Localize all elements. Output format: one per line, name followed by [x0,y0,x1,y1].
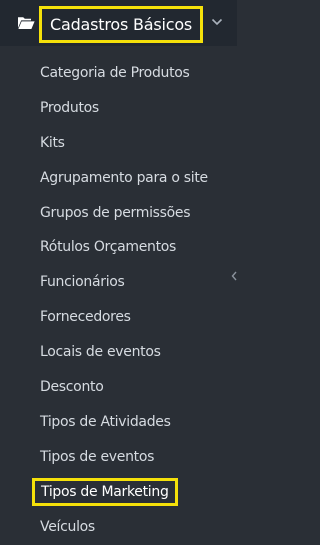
section-title: Cadastros Básicos [39,6,204,43]
menu-item-fornecedores[interactable]: Fornecedores [0,300,237,335]
menu-item-label: Veículos [40,518,95,535]
menu-item-label: Tipos de Marketing [32,477,178,506]
menu-item-veiculos[interactable]: Veículos [0,510,237,545]
folder-open-icon [18,17,35,29]
menu-item-label: Fornecedores [40,309,131,326]
menu-item-rotulos-orcamentos[interactable]: Rótulos Orçamentos [0,230,237,265]
menu-item-label: Funcionários [40,274,125,291]
menu-item-grupos-de-permissoes[interactable]: Grupos de permissões [0,196,237,231]
menu-item-label: Desconto [40,379,104,396]
menu-item-label: Kits [40,134,65,151]
collapse-arrow-icon[interactable] [231,271,237,281]
sidebar: Cadastros Básicos Categoria de Produtos … [0,0,237,545]
menu-item-label: Grupos de permissões [40,204,191,221]
menu-item-categoria-de-produtos[interactable]: Categoria de Produtos [0,56,237,91]
menu-item-locais-de-eventos[interactable]: Locais de eventos [0,335,237,370]
menu-item-funcionarios[interactable]: Funcionários [0,265,237,300]
menu-item-label: Produtos [40,99,99,116]
menu-item-tipos-de-marketing[interactable]: Tipos de Marketing [0,475,237,510]
submenu-list: Categoria de Produtos Produtos Kits Agru… [0,56,237,544]
section-header-cadastros-basicos[interactable]: Cadastros Básicos [0,0,237,46]
menu-item-label: Rótulos Orçamentos [40,239,177,256]
menu-item-tipos-de-eventos[interactable]: Tipos de eventos [0,440,237,475]
menu-item-produtos[interactable]: Produtos [0,91,237,126]
menu-item-agrupamento-para-o-site[interactable]: Agrupamento para o site [0,161,237,196]
menu-item-label: Locais de eventos [40,344,161,361]
menu-item-label: Tipos de Atividades [40,413,171,430]
menu-item-label: Agrupamento para o site [40,169,208,186]
menu-item-desconto[interactable]: Desconto [0,370,237,405]
menu-item-label: Categoria de Produtos [40,65,190,81]
menu-item-tipos-de-atividades[interactable]: Tipos de Atividades [0,405,237,440]
chevron-down-icon[interactable] [211,18,223,26]
menu-item-label: Tipos de eventos [40,448,155,465]
menu-item-kits[interactable]: Kits [0,126,237,161]
